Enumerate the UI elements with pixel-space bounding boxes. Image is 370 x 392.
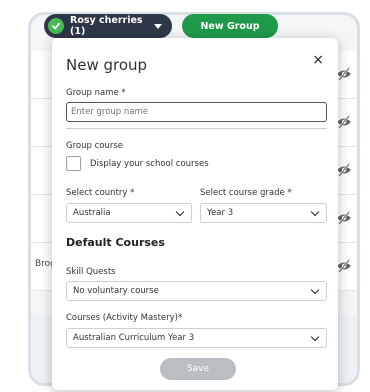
caret-down-icon: [154, 23, 162, 29]
eye-slash-icon[interactable]: [336, 67, 352, 81]
save-button[interactable]: Save: [160, 358, 236, 380]
chevron-down-icon: [175, 207, 185, 216]
activity-mastery-label: Courses (Activity Mastery)*: [66, 313, 183, 323]
grade-label: Select course grade *: [200, 188, 292, 198]
check-circle-icon: [48, 18, 64, 34]
divider: [66, 128, 327, 129]
eye-slash-icon[interactable]: [336, 211, 352, 225]
new-group-modal: New group × Group name * Group course Di…: [52, 38, 338, 390]
row-cell-edge: [357, 107, 360, 139]
default-courses-heading: Default Courses: [66, 236, 165, 249]
class-selector-dropdown[interactable]: Rosy cherries (1): [44, 14, 172, 38]
activity-mastery-select-value: Australian Curriculum Year 3: [73, 333, 195, 343]
skill-quests-label: Skill Quests: [66, 267, 116, 277]
chevron-down-icon: [310, 207, 320, 216]
skill-quests-select[interactable]: No voluntary course: [66, 281, 327, 301]
modal-title: New group: [66, 56, 148, 74]
eye-slash-icon[interactable]: [336, 259, 352, 273]
grade-select-value: Year 3: [207, 208, 234, 218]
chevron-down-icon: [310, 285, 320, 294]
country-select-value: Australia: [73, 208, 111, 218]
class-selector-label: Rosy cherries (1): [70, 15, 143, 37]
row-cell-edge: [357, 251, 360, 283]
row-cell-edge: [357, 203, 360, 235]
skill-quests-select-value: No voluntary course: [73, 286, 159, 296]
display-school-courses-checkbox[interactable]: [66, 156, 81, 171]
country-label: Select country *: [66, 188, 135, 198]
group-course-label: Group course: [66, 141, 123, 151]
country-select[interactable]: Australia: [66, 203, 192, 223]
grade-select[interactable]: Year 3: [200, 203, 327, 223]
activity-mastery-select[interactable]: Australian Curriculum Year 3: [66, 328, 327, 348]
eye-slash-icon[interactable]: [336, 163, 352, 177]
chevron-down-icon: [310, 332, 320, 341]
close-icon[interactable]: ×: [312, 52, 324, 68]
group-name-label: Group name *: [66, 88, 126, 98]
row-cell-edge: [357, 155, 360, 187]
new-group-button[interactable]: New Group: [182, 14, 278, 38]
eye-slash-icon[interactable]: [336, 115, 352, 129]
row-cell-edge: [357, 59, 360, 91]
group-name-input[interactable]: [66, 102, 327, 122]
display-school-courses-label: Display your school courses: [90, 159, 209, 169]
